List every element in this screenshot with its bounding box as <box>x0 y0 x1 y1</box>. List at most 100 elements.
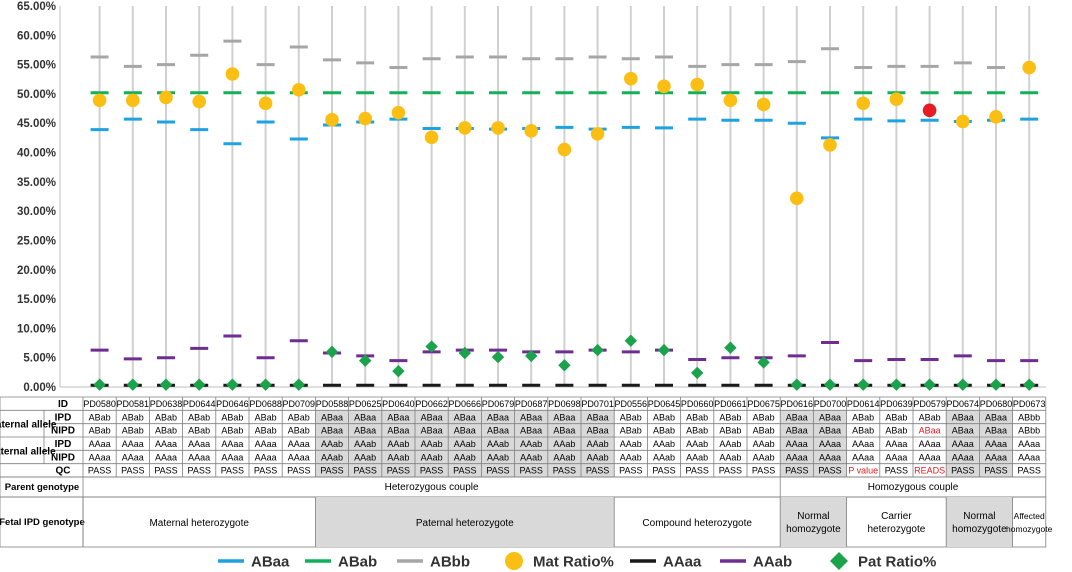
table-cell-maternal-ipd: ABaa <box>354 412 376 422</box>
table-cell-id: PD0646 <box>216 399 249 409</box>
table-cell-paternal-ipd: AAaa <box>89 439 111 449</box>
table-cell-qc: PASS <box>320 466 343 476</box>
table-cell-maternal-ipd: ABab <box>885 412 907 422</box>
mat-ratio-point <box>657 79 671 94</box>
table-cell-id: PD0701 <box>581 399 614 409</box>
legend-label-abab: ABab <box>338 554 377 571</box>
pat-ratio-point <box>193 378 206 391</box>
table-cell-id: PD0645 <box>648 399 681 409</box>
table-cell-paternal-ipd: AAaa <box>288 439 310 449</box>
table-cell-maternal-nipd: ABaa <box>786 426 808 436</box>
table-cell-qc: PASS <box>818 466 841 476</box>
row-label-nipd: NIPD <box>51 452 75 463</box>
table-cell-maternal-ipd: ABab <box>255 412 277 422</box>
table-cell-paternal-nipd: AAaa <box>221 452 243 462</box>
mat-ratio-point <box>391 105 406 120</box>
table-cell-id: PD0680 <box>980 399 1013 409</box>
table-cell-paternal-ipd: AAaa <box>885 439 907 449</box>
table-cell-maternal-nipd: ABaa <box>321 426 343 436</box>
pat-ratio-point <box>657 343 671 357</box>
legend-label-abbb: ABbb <box>430 554 470 571</box>
table-cell-qc: PASS <box>586 466 609 476</box>
table-cell-paternal-ipd: AAab <box>719 439 741 449</box>
table-cell-maternal-nipd: ABaa <box>952 426 974 436</box>
fetal-group-label: Compound heterozygote <box>642 518 752 529</box>
table-cell-maternal-nipd: ABab <box>255 426 277 436</box>
table-cell-id: PD0639 <box>880 399 913 409</box>
pat-ratio-point <box>923 378 936 391</box>
mat-ratio-point <box>192 94 206 109</box>
table-cell-paternal-ipd: AAab <box>421 439 443 449</box>
table-cell-paternal-nipd: AAab <box>653 452 675 462</box>
table-cell-paternal-nipd: AAaa <box>786 452 808 462</box>
table-cell-paternal-ipd: AAaa <box>122 439 144 449</box>
table-cell-paternal-nipd: AAab <box>719 452 741 462</box>
parent-genotype-label: Heterozygous couple <box>385 482 479 493</box>
table-cell-paternal-ipd: AAaa <box>952 439 974 449</box>
table-cell-paternal-ipd: AAaa <box>852 439 874 449</box>
table-cell-qc: PASS <box>1018 466 1041 476</box>
table-cell-id: PD0673 <box>1013 399 1046 409</box>
table-cell-maternal-nipd: ABab <box>719 426 741 436</box>
table-cell-paternal-nipd: AAab <box>421 452 443 462</box>
pat-ratio-point <box>392 364 405 378</box>
table-cell-maternal-nipd: ABaa <box>520 426 542 436</box>
table-cell-paternal-nipd: AAab <box>753 452 775 462</box>
table-cell-id: PD0700 <box>814 399 847 409</box>
mat-ratio-point <box>159 90 173 105</box>
legend-label-pat-ratio: Pat Ratio% <box>858 554 936 571</box>
table-cell-id: PD0661 <box>714 399 747 409</box>
table-cell-paternal-nipd: AAab <box>487 452 509 462</box>
table-cell-paternal-ipd: AAaa <box>919 439 941 449</box>
table-cell-id: PD0638 <box>150 399 183 409</box>
table-cell-qc: PASS <box>885 466 908 476</box>
table-cell-maternal-nipd: ABaa <box>421 426 443 436</box>
table-cell-maternal-nipd: ABab <box>221 426 243 436</box>
mat-ratio-point <box>624 71 638 86</box>
y-tick-label: 20.00% <box>17 265 56 277</box>
table-cell-qc: PASS <box>719 466 742 476</box>
fetal-group-shade <box>780 497 847 547</box>
table-cell-maternal-ipd: ABaa <box>952 412 974 422</box>
table-cell-maternal-ipd: ABaa <box>520 412 542 422</box>
table-cell-id: PD0581 <box>117 399 150 409</box>
table-cell-qc: PASS <box>121 466 144 476</box>
y-tick-label: 15.00% <box>17 294 56 306</box>
mat-ratio-point <box>989 109 1003 124</box>
table-cell-maternal-ipd: ABaa <box>321 412 343 422</box>
table-cell-qc: PASS <box>553 466 576 476</box>
plot-area: 0.00% 5.00% 10.00% 15.00% 20.00% 25.00% 30.00%… <box>17 1 1046 394</box>
mat-ratio-point <box>557 142 572 157</box>
table-cell-maternal-ipd: ABab <box>852 412 874 422</box>
pat-ratio-point <box>325 345 339 359</box>
pat-ratio-point <box>591 343 604 357</box>
mat-ratio-point <box>590 126 605 141</box>
table-cell-paternal-nipd: AAaa <box>155 452 177 462</box>
table-cell-paternal-ipd: AAab <box>587 439 609 449</box>
table-cell-maternal-ipd: ABaa <box>786 412 808 422</box>
table-cell-id: PD0644 <box>183 399 216 409</box>
table-cell-id: PD0666 <box>449 399 482 409</box>
mat-ratio-point <box>458 121 472 135</box>
table-cell-maternal-nipd: ABaa <box>819 426 841 436</box>
table-cell-maternal-ipd: ABab <box>221 412 243 422</box>
table-cell-qc: P value <box>848 466 878 476</box>
mat-ratio-point <box>325 112 339 127</box>
table-cell-paternal-nipd: AAab <box>354 452 376 462</box>
table-cell-id: PD0588 <box>316 399 349 409</box>
table-cell-id: PD0688 <box>249 399 282 409</box>
table-cell-qc: PASS <box>154 466 177 476</box>
table-cell-maternal-ipd: ABaa <box>587 412 609 422</box>
y-tick-label: 40.00% <box>17 148 56 160</box>
table-cell-maternal-ipd: ABab <box>155 412 177 422</box>
table-cell-maternal-nipd: ABaa <box>985 426 1007 436</box>
mat-ratio-point <box>790 191 804 206</box>
pat-ratio-point <box>491 350 505 364</box>
y-tick-label: 25.00% <box>17 235 56 247</box>
table-cell-paternal-nipd: AAaa <box>985 452 1007 462</box>
y-tick-label: 60.00% <box>17 30 56 42</box>
table-cell-maternal-nipd: ABbb <box>1018 426 1040 436</box>
row-label-ipd: IPD <box>55 439 72 450</box>
table-cell-paternal-ipd: AAaa <box>188 439 210 449</box>
table-cell-paternal-ipd: AAab <box>753 439 775 449</box>
